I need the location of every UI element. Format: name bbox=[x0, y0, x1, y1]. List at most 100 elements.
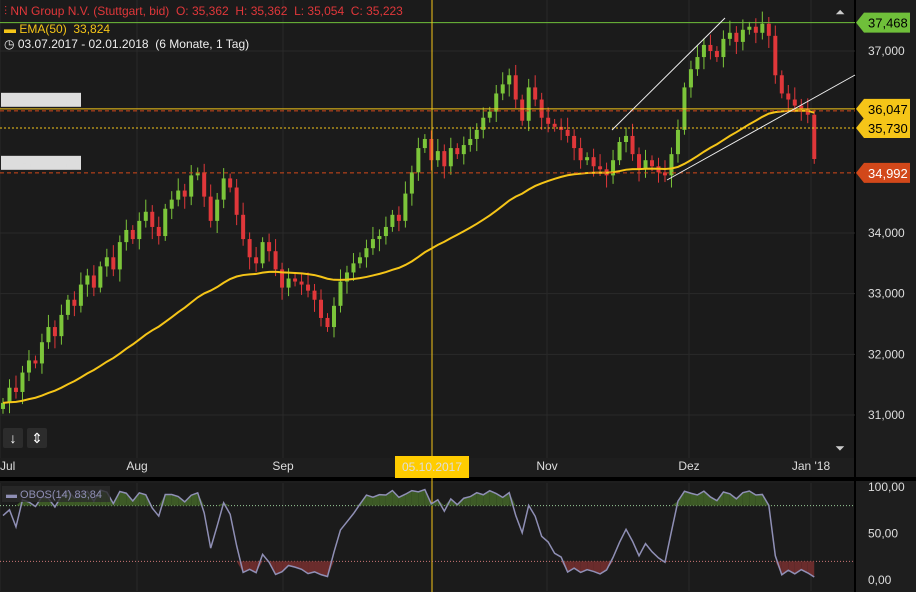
support-label: Unterstützung bbox=[3, 93, 78, 107]
scale-button[interactable]: ⇕ bbox=[27, 428, 47, 448]
candle bbox=[338, 281, 343, 306]
candle bbox=[812, 114, 817, 159]
obos-tick-label: 0,00 bbox=[868, 573, 892, 587]
y-tick-label: 37,000 bbox=[868, 44, 905, 58]
instrument-title: NN Group N.V. (Stuttgart, bid) bbox=[10, 4, 170, 18]
candle bbox=[293, 278, 298, 282]
candle bbox=[33, 360, 38, 364]
x-tick-label: Jan '18 bbox=[792, 459, 831, 473]
x-tick-label: Jul bbox=[0, 459, 15, 473]
candle bbox=[267, 242, 272, 252]
candle bbox=[598, 166, 603, 170]
candle bbox=[721, 38, 726, 58]
price-label: 35,730 bbox=[868, 121, 908, 136]
price-label: 37,468 bbox=[868, 16, 908, 31]
candle bbox=[578, 148, 583, 161]
y-tick-label: 32,000 bbox=[868, 347, 905, 361]
candle bbox=[650, 160, 654, 167]
obos-tick-label: 100,00 bbox=[868, 480, 905, 494]
obos-legend: ▬ OBOS(14) 83,84 bbox=[6, 489, 102, 501]
candle bbox=[669, 154, 674, 176]
candle bbox=[591, 157, 596, 167]
x-tick-label: Sep bbox=[272, 459, 294, 473]
candle bbox=[390, 214, 395, 227]
open-value: O: 35,362 bbox=[175, 4, 229, 18]
crosshair-date: 05.10.2017 bbox=[402, 460, 462, 474]
candle bbox=[351, 263, 356, 273]
clock-icon: ◷ bbox=[4, 37, 15, 51]
candle bbox=[46, 327, 51, 343]
y-tick-label: 34,000 bbox=[868, 226, 905, 240]
range-legend[interactable]: ◷ 03.07.2017 - 02.01.2018 (6 Monate, 1 T… bbox=[4, 37, 249, 51]
candle bbox=[273, 251, 278, 270]
candle bbox=[143, 211, 148, 221]
candle bbox=[675, 129, 680, 155]
candle bbox=[513, 75, 518, 100]
candle bbox=[624, 135, 629, 143]
candle bbox=[59, 314, 64, 337]
candle bbox=[1, 402, 5, 409]
candle bbox=[714, 51, 719, 58]
x-tick-label: Aug bbox=[126, 459, 147, 473]
scroll-up-icon: ⏶ bbox=[835, 5, 845, 19]
close-value: C: 35,223 bbox=[350, 4, 403, 18]
candle bbox=[208, 196, 213, 221]
ema-legend: ▬ EMA(50) 33,824 bbox=[4, 22, 111, 36]
candle bbox=[701, 44, 706, 58]
candle bbox=[416, 148, 421, 173]
candle bbox=[688, 69, 693, 88]
arrow-down-button[interactable]: ↓ bbox=[3, 428, 23, 448]
candle bbox=[357, 257, 362, 264]
candle bbox=[370, 239, 375, 249]
y-tick-label: 31,000 bbox=[868, 408, 905, 422]
support-label: Unterstützung bbox=[3, 156, 78, 170]
candle bbox=[7, 387, 12, 403]
obos-overbought-fill bbox=[755, 494, 763, 506]
candle bbox=[215, 199, 220, 221]
candle bbox=[448, 148, 453, 167]
candle bbox=[98, 266, 103, 288]
obos-tick-label: 50,00 bbox=[868, 527, 898, 541]
candle bbox=[429, 138, 434, 161]
price-label: 34,992 bbox=[868, 166, 908, 181]
candle bbox=[117, 242, 122, 270]
candle bbox=[773, 35, 778, 76]
candle bbox=[403, 193, 408, 221]
x-tick-label: Dez bbox=[678, 459, 699, 473]
candle bbox=[312, 290, 317, 300]
high-value: H: 35,362 bbox=[235, 4, 288, 18]
candle bbox=[124, 229, 129, 243]
candle bbox=[474, 129, 479, 139]
y-tick-label: 33,000 bbox=[868, 287, 905, 301]
candle bbox=[455, 148, 460, 155]
ema-label: EMA(50) bbox=[19, 22, 67, 36]
candle bbox=[500, 84, 505, 94]
candle bbox=[740, 29, 745, 42]
obos-overbought-fill bbox=[379, 494, 386, 506]
up-down-icon: ⇕ bbox=[31, 430, 43, 446]
candle bbox=[442, 151, 447, 167]
candle bbox=[734, 32, 739, 42]
candle bbox=[331, 305, 336, 328]
candle bbox=[753, 26, 758, 33]
candle bbox=[695, 57, 700, 70]
price-label: 36,047 bbox=[868, 102, 908, 117]
scroll-down-icon: ⏷ bbox=[834, 441, 845, 455]
candle bbox=[325, 317, 330, 328]
candle bbox=[637, 154, 642, 170]
price-panel bbox=[0, 0, 855, 458]
chart-canvas[interactable]: Jul Aug Sep Nov Dez Jan '18 37,000 34,000 33,000… bbox=[0, 0, 916, 592]
candle bbox=[319, 299, 324, 318]
low-value: L: 35,054 bbox=[294, 4, 345, 18]
obos-overbought-fill bbox=[411, 490, 419, 506]
candle bbox=[228, 178, 233, 188]
candle bbox=[487, 111, 492, 118]
candle bbox=[163, 208, 168, 237]
candle bbox=[221, 178, 226, 200]
candle bbox=[169, 199, 174, 209]
candle bbox=[91, 275, 96, 288]
ema-value: 33,824 bbox=[73, 22, 111, 36]
candle bbox=[779, 75, 784, 94]
candle bbox=[630, 135, 635, 155]
instrument-header: ⫶ NN Group N.V. (Stuttgart, bid) O: 35,3… bbox=[4, 4, 403, 19]
